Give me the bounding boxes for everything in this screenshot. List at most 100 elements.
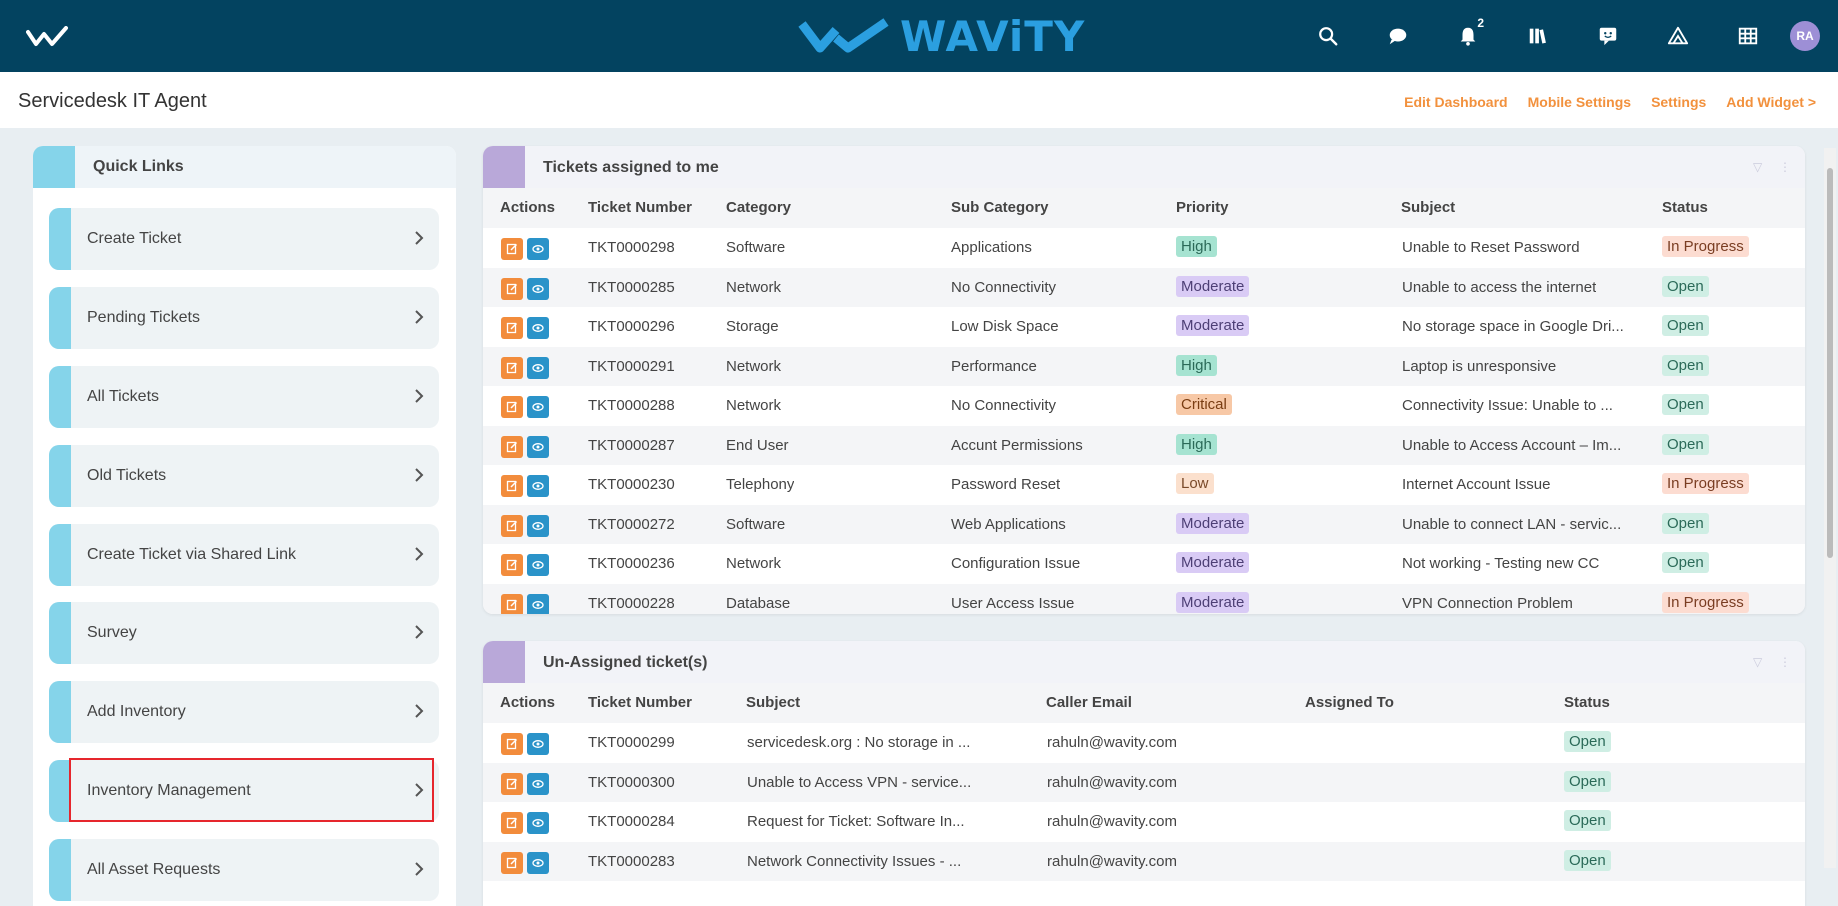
page-scrollbar[interactable] xyxy=(1824,148,1836,868)
quick-link-survey[interactable]: Survey xyxy=(49,602,439,664)
chat-icon[interactable] xyxy=(1380,18,1416,54)
notification-count: 2 xyxy=(1477,16,1484,30)
table-row[interactable]: TKT0000230 Telephony Password Reset Low Inte… xyxy=(483,465,1805,505)
quick-link-label: All Asset Requests xyxy=(87,861,221,878)
quick-link-create-ticket-shared[interactable]: Create Ticket via Shared Link xyxy=(49,524,439,586)
search-icon[interactable] xyxy=(1310,18,1346,54)
ticket-number[interactable]: TKT0000288 xyxy=(588,397,675,414)
library-icon[interactable] xyxy=(1520,18,1556,54)
table-row[interactable]: TKT0000296 Storage Low Disk Space Moderate N… xyxy=(483,307,1805,347)
home-logo-icon[interactable] xyxy=(26,26,72,48)
settings-link[interactable]: Settings xyxy=(1651,94,1706,110)
ticket-number[interactable]: TKT0000299 xyxy=(588,734,675,751)
edit-icon[interactable] xyxy=(501,238,523,260)
quick-link-pending-tickets[interactable]: Pending Tickets xyxy=(49,287,439,349)
chevron-right-icon xyxy=(415,704,424,718)
edit-icon[interactable] xyxy=(501,554,523,576)
view-icon[interactable] xyxy=(527,733,549,755)
ticket-number[interactable]: TKT0000287 xyxy=(588,437,675,454)
edit-icon[interactable] xyxy=(501,851,523,874)
ticket-number[interactable]: TKT0000283 xyxy=(588,853,675,870)
ticket-number[interactable]: TKT0000272 xyxy=(588,516,675,533)
edit-icon[interactable] xyxy=(501,356,523,379)
more-options-icon[interactable]: ⋮ xyxy=(1779,160,1793,174)
filter-icon[interactable]: ▽ xyxy=(1753,655,1767,669)
quick-link-all-tickets[interactable]: All Tickets xyxy=(49,366,439,428)
edit-icon[interactable] xyxy=(501,277,523,300)
col-subject[interactable]: Subject xyxy=(1401,199,1455,216)
table-row[interactable]: TKT0000291 Network Performance High Laptop i… xyxy=(483,346,1805,386)
view-icon[interactable] xyxy=(527,396,549,418)
notification-bell-icon[interactable]: 2 xyxy=(1450,16,1486,54)
add-widget-link[interactable]: Add Widget > xyxy=(1726,94,1816,110)
ticket-number[interactable]: TKT0000298 xyxy=(588,239,675,256)
quick-link-old-tickets[interactable]: Old Tickets xyxy=(49,445,439,507)
view-icon[interactable] xyxy=(527,435,549,458)
view-icon[interactable] xyxy=(527,593,549,614)
edit-icon[interactable] xyxy=(501,435,523,458)
edit-icon[interactable] xyxy=(501,772,523,795)
scrollbar-thumb[interactable] xyxy=(1827,168,1833,558)
ticket-number[interactable]: TKT0000228 xyxy=(588,595,675,612)
user-avatar[interactable]: RA xyxy=(1790,21,1820,51)
quick-link-inventory-management[interactable]: Inventory Management xyxy=(49,760,439,822)
col-subject[interactable]: Subject xyxy=(746,694,800,711)
table-row[interactable]: TKT0000299 servicedesk.org : No storage i… xyxy=(483,723,1805,763)
view-icon[interactable] xyxy=(527,317,549,339)
table-row[interactable]: TKT0000300 Unable to Access VPN - service… xyxy=(483,762,1805,802)
edit-icon[interactable] xyxy=(501,514,523,537)
ticket-number[interactable]: TKT0000296 xyxy=(588,318,675,335)
table-row[interactable]: TKT0000272 Software Web Applications Modera… xyxy=(483,504,1805,544)
filter-icon[interactable]: ▽ xyxy=(1753,160,1767,174)
col-ticket-number[interactable]: Ticket Number xyxy=(588,694,692,711)
col-category[interactable]: Category xyxy=(726,199,791,216)
table-row[interactable]: TKT0000228 Database User Access Issue Moder… xyxy=(483,583,1805,614)
col-actions[interactable]: Actions xyxy=(500,199,555,216)
col-sub-category[interactable]: Sub Category xyxy=(951,199,1049,216)
view-icon[interactable] xyxy=(527,772,549,795)
mobile-settings-link[interactable]: Mobile Settings xyxy=(1528,94,1631,110)
more-options-icon[interactable]: ⋮ xyxy=(1779,655,1793,669)
quick-link-create-ticket[interactable]: Create Ticket xyxy=(49,208,439,270)
feedback-icon[interactable] xyxy=(1590,18,1626,54)
quick-link-add-inventory[interactable]: Add Inventory xyxy=(49,681,439,743)
apps-grid-icon[interactable] xyxy=(1730,18,1766,54)
table-row[interactable]: TKT0000284 Request for Ticket: Software I… xyxy=(483,802,1805,842)
view-icon[interactable] xyxy=(527,554,549,576)
col-assigned-to[interactable]: Assigned To xyxy=(1305,694,1394,711)
view-icon[interactable] xyxy=(527,475,549,497)
col-actions[interactable]: Actions xyxy=(500,694,555,711)
table-row[interactable]: TKT0000283 Network Connectivity Issues - … xyxy=(483,841,1805,881)
edit-icon[interactable] xyxy=(501,396,523,418)
edit-icon[interactable] xyxy=(501,593,523,614)
ticket-number[interactable]: TKT0000285 xyxy=(588,279,675,296)
ticket-number[interactable]: TKT0000300 xyxy=(588,774,675,791)
mountain-icon[interactable] xyxy=(1660,18,1696,54)
view-icon[interactable] xyxy=(527,514,549,537)
ticket-number[interactable]: TKT0000230 xyxy=(588,476,675,493)
edit-icon[interactable] xyxy=(501,733,523,755)
col-status[interactable]: Status xyxy=(1564,694,1610,711)
table-row[interactable]: TKT0000285 Network No Connectivity Moderate… xyxy=(483,267,1805,307)
col-caller-email[interactable]: Caller Email xyxy=(1046,694,1132,711)
col-ticket-number[interactable]: Ticket Number xyxy=(588,199,692,216)
table-row[interactable]: TKT0000288 Network No Connectivity Critical… xyxy=(483,386,1805,426)
view-icon[interactable] xyxy=(527,238,549,260)
edit-icon[interactable] xyxy=(501,317,523,339)
view-icon[interactable] xyxy=(527,277,549,300)
table-row[interactable]: TKT0000236 Network Configuration Issue Mode… xyxy=(483,544,1805,584)
col-priority[interactable]: Priority xyxy=(1176,199,1229,216)
ticket-number[interactable]: TKT0000236 xyxy=(588,555,675,572)
table-row[interactable]: TKT0000287 End User Accunt Permissions High… xyxy=(483,425,1805,465)
edit-icon[interactable] xyxy=(501,475,523,497)
view-icon[interactable] xyxy=(527,812,549,834)
ticket-number[interactable]: TKT0000284 xyxy=(588,813,675,830)
edit-icon[interactable] xyxy=(501,812,523,834)
ticket-number[interactable]: TKT0000291 xyxy=(588,358,675,375)
quick-link-all-asset-requests[interactable]: All Asset Requests xyxy=(49,839,439,901)
table-row[interactable]: TKT0000298 Software Applications High Unable… xyxy=(483,228,1805,268)
view-icon[interactable] xyxy=(527,356,549,379)
col-status[interactable]: Status xyxy=(1662,199,1708,216)
edit-dashboard-link[interactable]: Edit Dashboard xyxy=(1404,94,1507,110)
view-icon[interactable] xyxy=(527,851,549,874)
